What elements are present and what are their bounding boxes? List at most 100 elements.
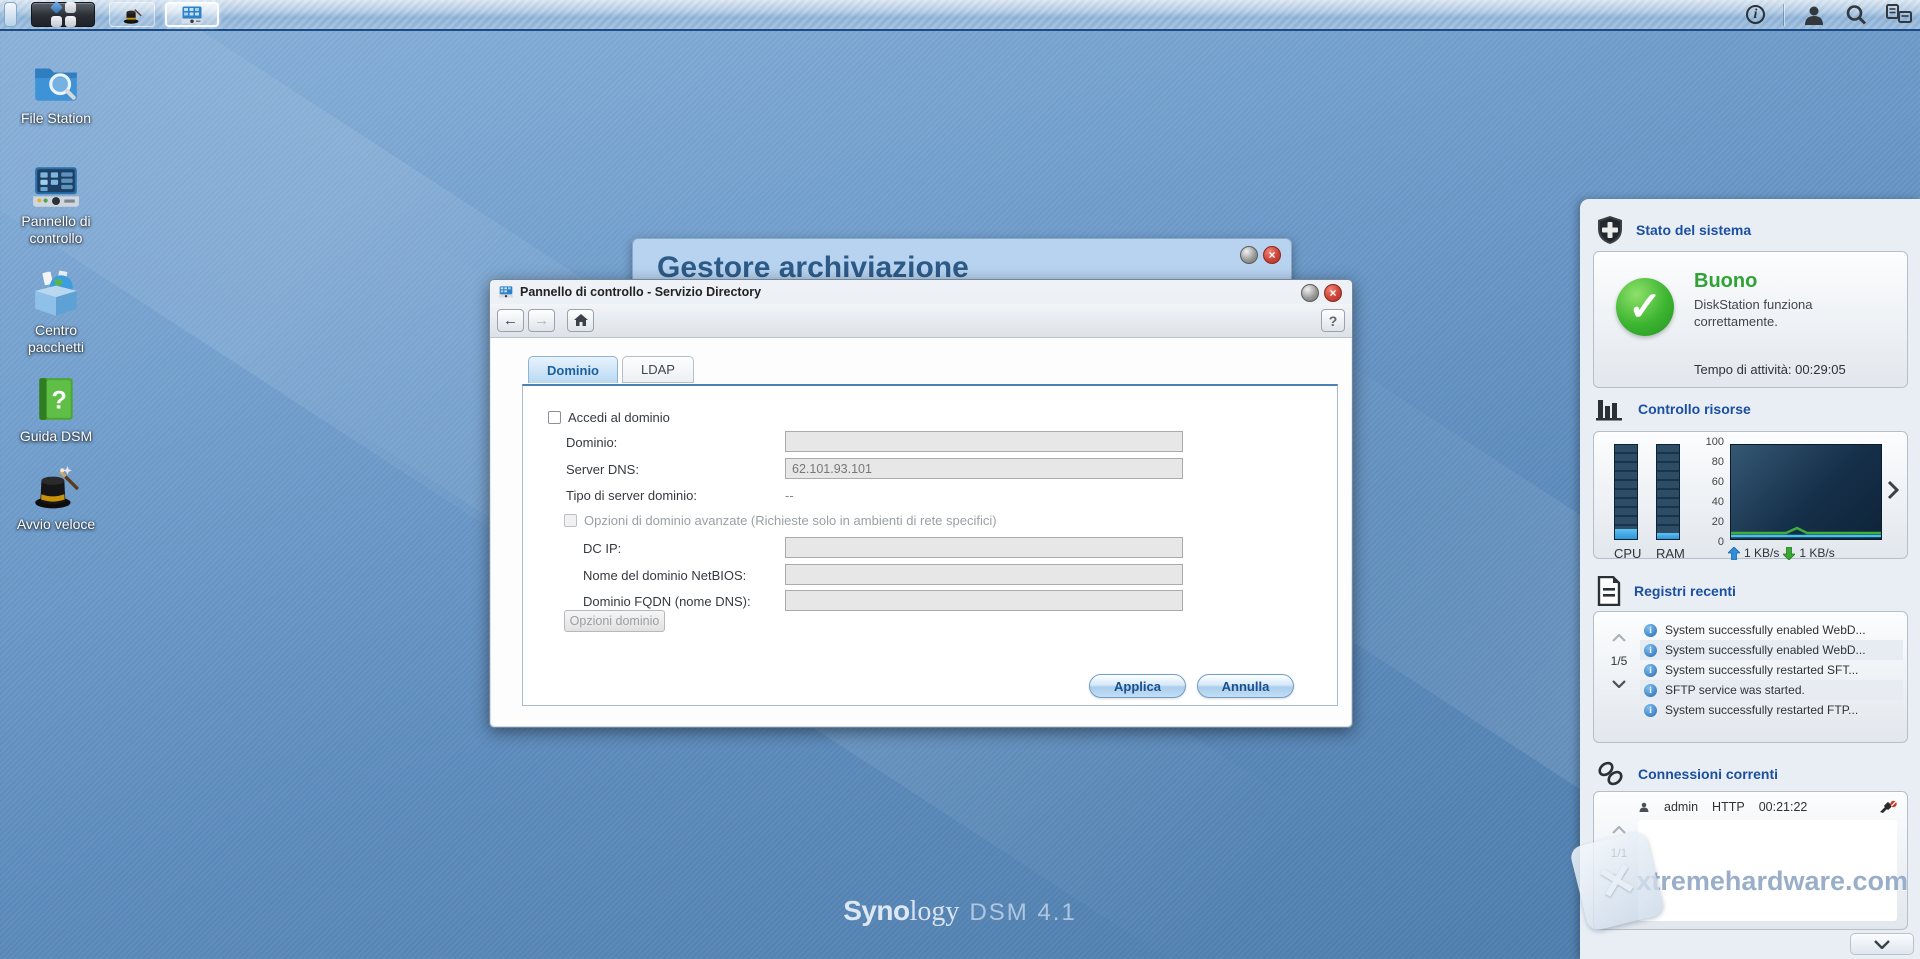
widget-title-resource-monitor: Controllo risorse [1638, 401, 1751, 417]
apply-button[interactable]: Applica [1089, 674, 1186, 698]
expand-resource-monitor-icon[interactable] [1887, 480, 1900, 505]
desktop-icon-avvio-veloce[interactable]: Avvio veloce [8, 462, 104, 533]
desktop-icon-pannello-di-controllo[interactable]: Pannello di controllo [8, 165, 104, 247]
info-badge-icon: i [1644, 703, 1657, 717]
taskbar-item-pannello-di-controllo[interactable] [165, 2, 219, 27]
user-icon[interactable] [1802, 3, 1826, 27]
connections-card: 1/1 admin HTTP 00:21:22 [1593, 791, 1908, 930]
home-icon [573, 314, 588, 326]
page-down-icon[interactable] [1612, 680, 1626, 688]
info-badge-icon: i [1644, 643, 1657, 657]
collapse-panel-button[interactable] [1850, 933, 1914, 955]
info-badge-icon: i [1644, 683, 1657, 697]
join-domain-label: Accedi al dominio [568, 410, 670, 425]
magic-hat-icon [35, 466, 80, 509]
log-row[interactable]: i System successfully enabled WebD... [1640, 620, 1903, 640]
tab-dominio[interactable]: Dominio [528, 356, 618, 383]
desktop-icon-centro-pacchetti[interactable]: Centro pacchetti [8, 270, 104, 356]
pilot-view-icon[interactable] [1886, 3, 1912, 26]
network-chart [1730, 444, 1882, 540]
ram-label: RAM [1656, 546, 1685, 561]
disconnect-icon[interactable] [1879, 800, 1897, 814]
bar-chart-icon [1596, 400, 1622, 421]
log-document-icon [1597, 576, 1621, 606]
connections-page-indicator: 1/1 [1610, 846, 1628, 860]
taskbar: i [0, 0, 1920, 31]
uptime-text: Tempo di attività: 00:29:05 [1694, 362, 1846, 377]
brand-version: DSM 4.1 [969, 899, 1077, 926]
chevron-down-icon [1874, 939, 1890, 949]
domain-input[interactable] [785, 431, 1183, 452]
network-chart-axis: 100 80 60 40 20 0 [1705, 436, 1724, 548]
tab-ldap[interactable]: LDAP [622, 356, 694, 383]
info-icon[interactable]: i [1746, 5, 1765, 24]
advanced-options-checkbox[interactable] [564, 514, 577, 527]
close-icon[interactable]: × [1324, 284, 1342, 302]
main-menu-icon [49, 1, 76, 27]
desktop-icon-label: File Station [20, 110, 92, 126]
recent-logs-card: 1/5 i System successfully enabled WebD...… [1593, 611, 1908, 743]
cancel-button[interactable]: Annulla [1197, 674, 1294, 698]
search-icon[interactable] [1844, 3, 1868, 27]
domain-options-button[interactable]: Opzioni dominio [564, 610, 665, 632]
dialog-titlebar[interactable]: Pannello di controllo - Servizio Directo… [490, 280, 1352, 304]
help-book-icon: ? [39, 378, 73, 420]
fqdn-label: Dominio FQDN (nome DNS): [583, 594, 751, 609]
connections-list-body [1638, 820, 1897, 921]
fqdn-input[interactable] [785, 590, 1183, 611]
log-row[interactable]: i System successfully restarted FTP... [1640, 700, 1903, 720]
info-badge-icon: i [1644, 623, 1657, 637]
dns-label: Server DNS: [566, 462, 639, 477]
netbios-label: Nome del dominio NetBIOS: [583, 568, 747, 583]
user-icon [1639, 802, 1649, 812]
desktop-icon-label: Pannello di controllo [21, 213, 91, 246]
resource-monitor-card[interactable]: CPU RAM 100 80 60 40 20 0 1 KB/s 1 KB/s [1593, 431, 1908, 561]
dcip-input[interactable] [785, 537, 1183, 558]
desktop-icon-guida-dsm[interactable]: ? Guida DSM [8, 376, 104, 445]
home-button[interactable] [567, 309, 594, 332]
shield-icon [1598, 216, 1622, 244]
ram-meter [1656, 444, 1680, 540]
dialog-toolbar: ← → ? [490, 304, 1352, 338]
dialog-title: Pannello di controllo - Servizio Directo… [520, 285, 762, 299]
desktop-icon-file-station[interactable]: File Station [8, 56, 104, 127]
svg-text:?: ? [51, 386, 66, 414]
page-up-icon[interactable] [1612, 826, 1626, 834]
main-menu-button[interactable] [31, 1, 95, 27]
show-desktop-button[interactable] [4, 2, 17, 27]
status-ok-icon: ✓ [1616, 278, 1674, 336]
minimize-button[interactable] [1240, 246, 1258, 264]
page-down-icon[interactable] [1612, 872, 1626, 880]
desktop-icon-label: Guida DSM [19, 428, 93, 444]
control-panel-icon [499, 286, 513, 298]
status-description: DiskStation funziona correttamente. [1694, 297, 1813, 329]
log-row[interactable]: i System successfully restarted SFT... [1640, 660, 1903, 680]
cpu-label: CPU [1614, 546, 1642, 561]
netbios-input[interactable] [785, 564, 1183, 585]
log-row[interactable]: i SFTP service was started. [1640, 680, 1903, 700]
join-domain-checkbox[interactable] [548, 411, 561, 424]
minimize-button[interactable] [1301, 284, 1319, 302]
dns-input[interactable] [785, 458, 1183, 479]
system-status-card: ✓ Buono DiskStation funziona correttamen… [1593, 251, 1908, 388]
widget-title-system-status: Stato del sistema [1636, 222, 1752, 238]
log-page-indicator: 1/5 [1610, 654, 1628, 668]
connection-row[interactable]: admin HTTP 00:21:22 [1638, 800, 1897, 814]
upload-speed: 1 KB/s [1744, 546, 1780, 560]
widget-panel: Stato del sistema ✓ Buono DiskStation fu… [1580, 199, 1920, 959]
taskbar-item-avvio-veloce[interactable] [109, 2, 155, 27]
log-row[interactable]: i System successfully enabled WebD... [1640, 640, 1903, 660]
log-list: i System successfully enabled WebD... i Sy… [1640, 620, 1903, 720]
tab-bar: Dominio LDAP [528, 356, 694, 383]
widget-title-connections: Connessioni correnti [1638, 766, 1779, 782]
control-panel-icon [181, 6, 203, 23]
page-up-icon[interactable] [1612, 634, 1626, 642]
download-arrow-icon [1783, 546, 1796, 560]
forward-button[interactable]: → [528, 309, 555, 332]
help-button[interactable]: ? [1321, 309, 1345, 332]
connection-user: admin [1664, 800, 1699, 814]
close-icon[interactable]: × [1263, 246, 1281, 264]
domain-form: Accedi al dominio Dominio: Server DNS: T… [522, 384, 1338, 706]
domain-type-value: -- [785, 488, 794, 503]
back-button[interactable]: ← [497, 309, 524, 332]
